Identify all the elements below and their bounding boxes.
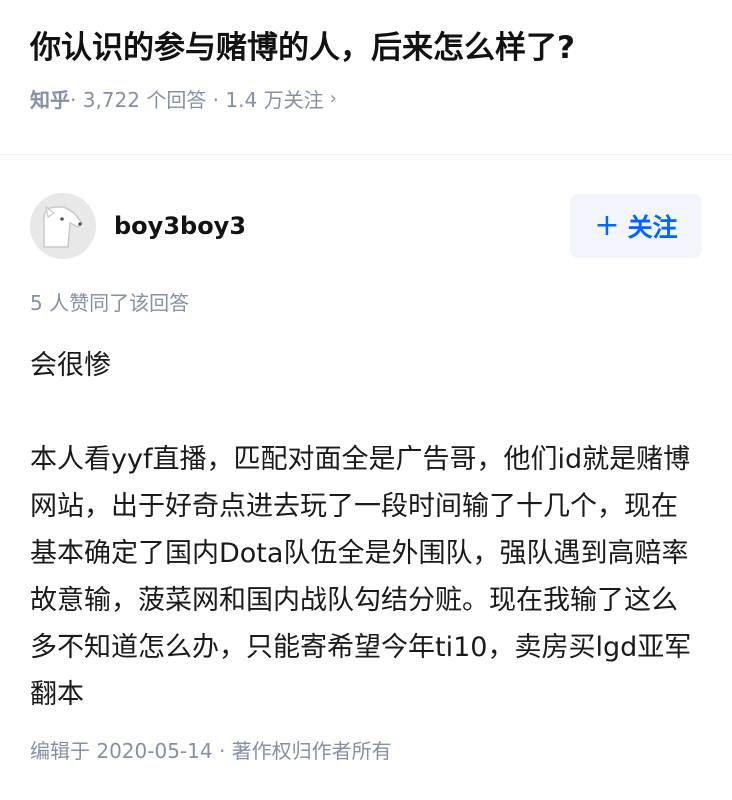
dog-avatar-icon[interactable] — [30, 193, 96, 259]
divider — [0, 154, 732, 155]
answer-paragraph: 本人看yyf直播，匹配对面全是广告哥，他们id就是赌博网站，出于好奇点进去玩了一… — [30, 444, 692, 710]
source-label: 知乎 — [30, 88, 70, 112]
chevron-right-icon: › — [329, 88, 337, 109]
edit-meta: 编辑于 2020-05-14 · 著作权归作者所有 — [30, 739, 392, 763]
follow-button[interactable]: + 关注 — [570, 194, 702, 258]
question-meta[interactable]: 知乎 · 3,722 个回答 · 1.4 万关注 › — [30, 84, 702, 113]
plus-icon: + — [594, 208, 620, 243]
author-row: boy3boy3 + 关注 — [30, 192, 702, 260]
author-name[interactable]: boy3boy3 — [114, 212, 246, 240]
follow-label: 关注 — [627, 213, 678, 242]
question-header: 你认识的参与赌博的人，后来怎么样了? 知乎 · 3,722 个回答 · 1.4 … — [0, 0, 732, 128]
question-title[interactable]: 你认识的参与赌博的人，后来怎么样了? — [30, 26, 702, 70]
answer-body: 会很惨 本人看yyf直播，匹配对面全是广告哥，他们id就是赌博网站，出于好奇点进… — [30, 342, 700, 718]
vote-count-text: 5 人赞同了该回答 — [30, 291, 190, 315]
author-info[interactable]: boy3boy3 — [30, 193, 246, 259]
question-stats: · 3,722 个回答 · 1.4 万关注 — [70, 88, 324, 112]
answer-paragraph: 会很惨 — [30, 350, 111, 381]
